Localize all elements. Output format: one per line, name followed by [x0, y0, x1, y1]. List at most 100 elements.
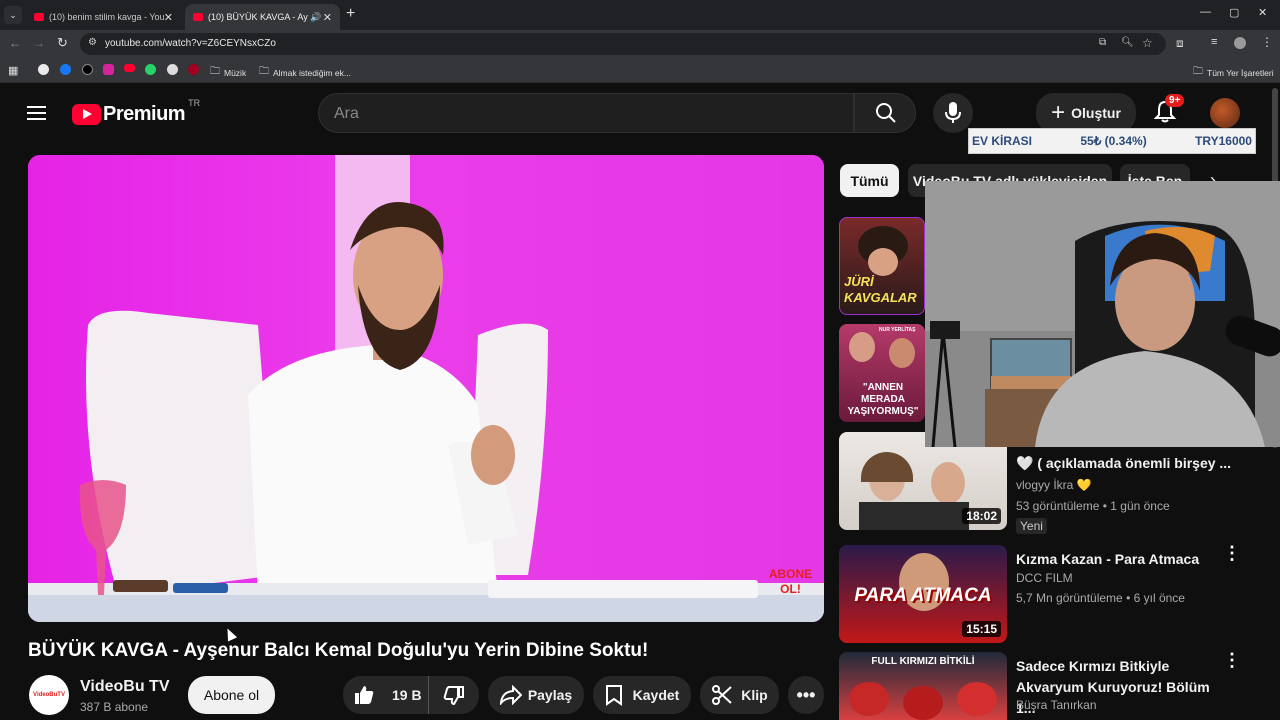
scissors-icon	[712, 685, 732, 705]
notification-count-badge: 9+	[1165, 94, 1185, 107]
close-tab-icon[interactable]: ✕	[164, 11, 173, 24]
folder-icon: 🗀	[210, 66, 220, 77]
dislike-button[interactable]	[429, 676, 479, 714]
ticker-name: EV KİRASI	[972, 134, 1033, 148]
speaker-icon[interactable]: 🔊	[310, 12, 321, 23]
avatar[interactable]	[1210, 98, 1240, 128]
apps-grid-icon[interactable]: ▦	[8, 64, 18, 77]
related-video-5[interactable]: FULL KIRMIZI BİTKİLİ Sadece Kırmızı Bitk…	[839, 651, 1269, 720]
search-button[interactable]	[854, 93, 916, 133]
webcam-overlay	[925, 181, 1280, 447]
video-thumbnail[interactable]: PARA ATMACA 15:15	[839, 545, 1007, 643]
browser-tab-1[interactable]: (10) benim stilim kavga - YouTu ✕	[26, 4, 181, 30]
video-player[interactable]: ABONE OL!	[28, 155, 824, 622]
create-label: Oluştur	[1071, 105, 1121, 121]
site-info-icon[interactable]: ⚙	[88, 37, 97, 48]
related-video-channel: DCC FILM	[1016, 571, 1073, 585]
related-video-4[interactable]: PARA ATMACA 15:15 Kızma Kazan - Para Atm…	[839, 544, 1269, 645]
more-vertical-icon[interactable]: ⋮	[1223, 651, 1241, 669]
address-bar-row: ← → ↻ ⚙ youtube.com/watch?v=Z6CEYNsxCZo …	[0, 30, 1280, 58]
google-icon	[38, 64, 49, 75]
bookmark-chatgpt[interactable]	[167, 64, 178, 75]
back-icon[interactable]: ←	[9, 36, 21, 50]
youtube-favicon-icon	[193, 13, 203, 21]
bookmark-star-icon[interactable]: ☆	[1142, 36, 1153, 50]
channel-avatar[interactable]: VideoBuTV	[29, 675, 69, 715]
save-button[interactable]: Kaydet	[593, 676, 691, 714]
bookmark-label: Müzik	[224, 67, 247, 78]
bookmark-folder-muzik[interactable]: 🗀 Müzik	[210, 64, 246, 81]
channel-logo-text: VideoBuTV	[33, 692, 65, 698]
browser-tab-bar: ⌄ (10) benim stilim kavga - YouTu ✕ (10)…	[0, 0, 1280, 30]
subscriber-count: 387 B abone	[80, 700, 149, 714]
close-window-icon[interactable]: ✕	[1258, 6, 1267, 19]
chip-all[interactable]: Tümü	[840, 164, 899, 197]
extensions-icon[interactable]: ⧈	[1176, 36, 1184, 51]
bookmark-folder-almak[interactable]: 🗀 Almak istediğim ek...	[259, 64, 351, 81]
zoom-icon[interactable]: 🔍︎	[1121, 37, 1134, 48]
media-controls-icon[interactable]: ≡	[1211, 36, 1217, 48]
channel-name[interactable]: VideoBu TV	[80, 678, 170, 696]
bookmark-youtube[interactable]	[124, 64, 135, 72]
video-thumbnail[interactable]: NUR YERLİTAŞ "ANNEN MERADA YAŞIYORMUŞ"	[839, 324, 925, 422]
bookmark-pinterest[interactable]	[188, 64, 199, 75]
bookmark-whatsapp[interactable]	[145, 64, 156, 75]
notifications-button[interactable]: 9+	[1153, 94, 1185, 128]
thumbnail-text: FULL KIRMIZI BİTKİLİ	[871, 656, 975, 667]
bookmarks-bar: ▦ 🗀 Müzik 🗀 Almak istediğim ek... 🗀 Tüm Yer…	[0, 58, 1280, 83]
profile-icon[interactable]	[1234, 37, 1246, 49]
all-bookmarks-label: Tüm Yer İşaretleri	[1207, 67, 1274, 78]
related-video-meta: 53 görüntüleme • 1 gün önce	[1016, 499, 1170, 513]
all-bookmarks[interactable]: 🗀 Tüm Yer İşaretleri	[1193, 64, 1274, 81]
new-badge: Yeni	[1016, 518, 1047, 534]
bookmark-instagram[interactable]	[103, 64, 114, 75]
video-thumbnail[interactable]: FULL KIRMIZI BİTKİLİ	[839, 652, 1007, 720]
minimize-icon[interactable]: —	[1200, 6, 1211, 18]
maximize-icon[interactable]: ▢	[1229, 6, 1239, 19]
more-horizontal-icon: •••	[796, 684, 816, 705]
share-button[interactable]: Paylaş	[488, 676, 584, 714]
youtube-logo[interactable]: Premium TR	[72, 98, 200, 126]
more-actions-button[interactable]: •••	[788, 676, 824, 714]
browser-menu-icon[interactable]: ⋮	[1261, 35, 1273, 49]
like-button[interactable]: 19 B	[343, 676, 429, 714]
video-title: BÜYÜK KAVGA - Ayşenur Balcı Kemal Doğulu…	[28, 640, 649, 661]
video-duration: 15:15	[962, 621, 1001, 637]
reload-icon[interactable]: ↻	[57, 35, 68, 51]
tab-title: (10) BÜYÜK KAVGA - Ayşen	[208, 12, 308, 22]
youtube-favicon-icon	[34, 13, 44, 21]
menu-hamburger-icon[interactable]	[27, 102, 46, 124]
subscribe-label: Abone ol	[203, 687, 260, 703]
install-app-icon[interactable]: ⧉	[1099, 37, 1106, 48]
close-tab-icon[interactable]: ✕	[323, 11, 332, 24]
youtube-icon	[124, 64, 135, 72]
clip-button[interactable]: Klip	[700, 676, 779, 714]
region-code: TR	[188, 97, 201, 108]
bookmark-x[interactable]	[82, 64, 93, 75]
url-field[interactable]: ⚙ youtube.com/watch?v=Z6CEYNsxCZo ⧉ 🔍︎ ☆	[80, 33, 1166, 55]
chatgpt-icon	[167, 64, 178, 75]
video-thumbnail[interactable]: JÜRİ KAVGALAR	[839, 217, 925, 315]
voice-search-button[interactable]	[933, 93, 973, 133]
bookmark-facebook[interactable]	[60, 64, 71, 75]
thumbnail-text: JÜRİ KAVGALAR	[844, 274, 917, 305]
url-text: youtube.com/watch?v=Z6CEYNsxCZo	[105, 38, 276, 49]
subscribe-button[interactable]: Abone ol	[188, 676, 275, 714]
create-button[interactable]: + Oluştur	[1036, 93, 1136, 133]
new-tab-button[interactable]: +	[346, 5, 355, 23]
more-vertical-icon[interactable]: ⋮	[1223, 544, 1241, 562]
search-placeholder: Ara	[334, 105, 359, 122]
search-icon	[876, 103, 896, 123]
clip-label: Klip	[741, 687, 768, 703]
tab-title: (10) benim stilim kavga - YouTu	[49, 12, 164, 22]
microphone-icon	[945, 102, 961, 123]
bookmark-google[interactable]	[38, 64, 49, 75]
search-input[interactable]: Ara	[318, 93, 854, 133]
forward-icon[interactable]: →	[33, 36, 45, 50]
related-video-3[interactable]: 18:02 🤍 ( açıklamada önemli birşey ... v…	[839, 432, 1269, 534]
youtube-play-icon	[72, 104, 101, 125]
related-video-title: 🤍 ( açıklamada önemli birşey ...	[1016, 455, 1231, 471]
tab-list-icon[interactable]: ⌄	[4, 6, 22, 24]
share-label: Paylaş	[527, 687, 573, 703]
browser-tab-2-active[interactable]: (10) BÜYÜK KAVGA - Ayşen 🔊 ✕	[185, 4, 340, 30]
